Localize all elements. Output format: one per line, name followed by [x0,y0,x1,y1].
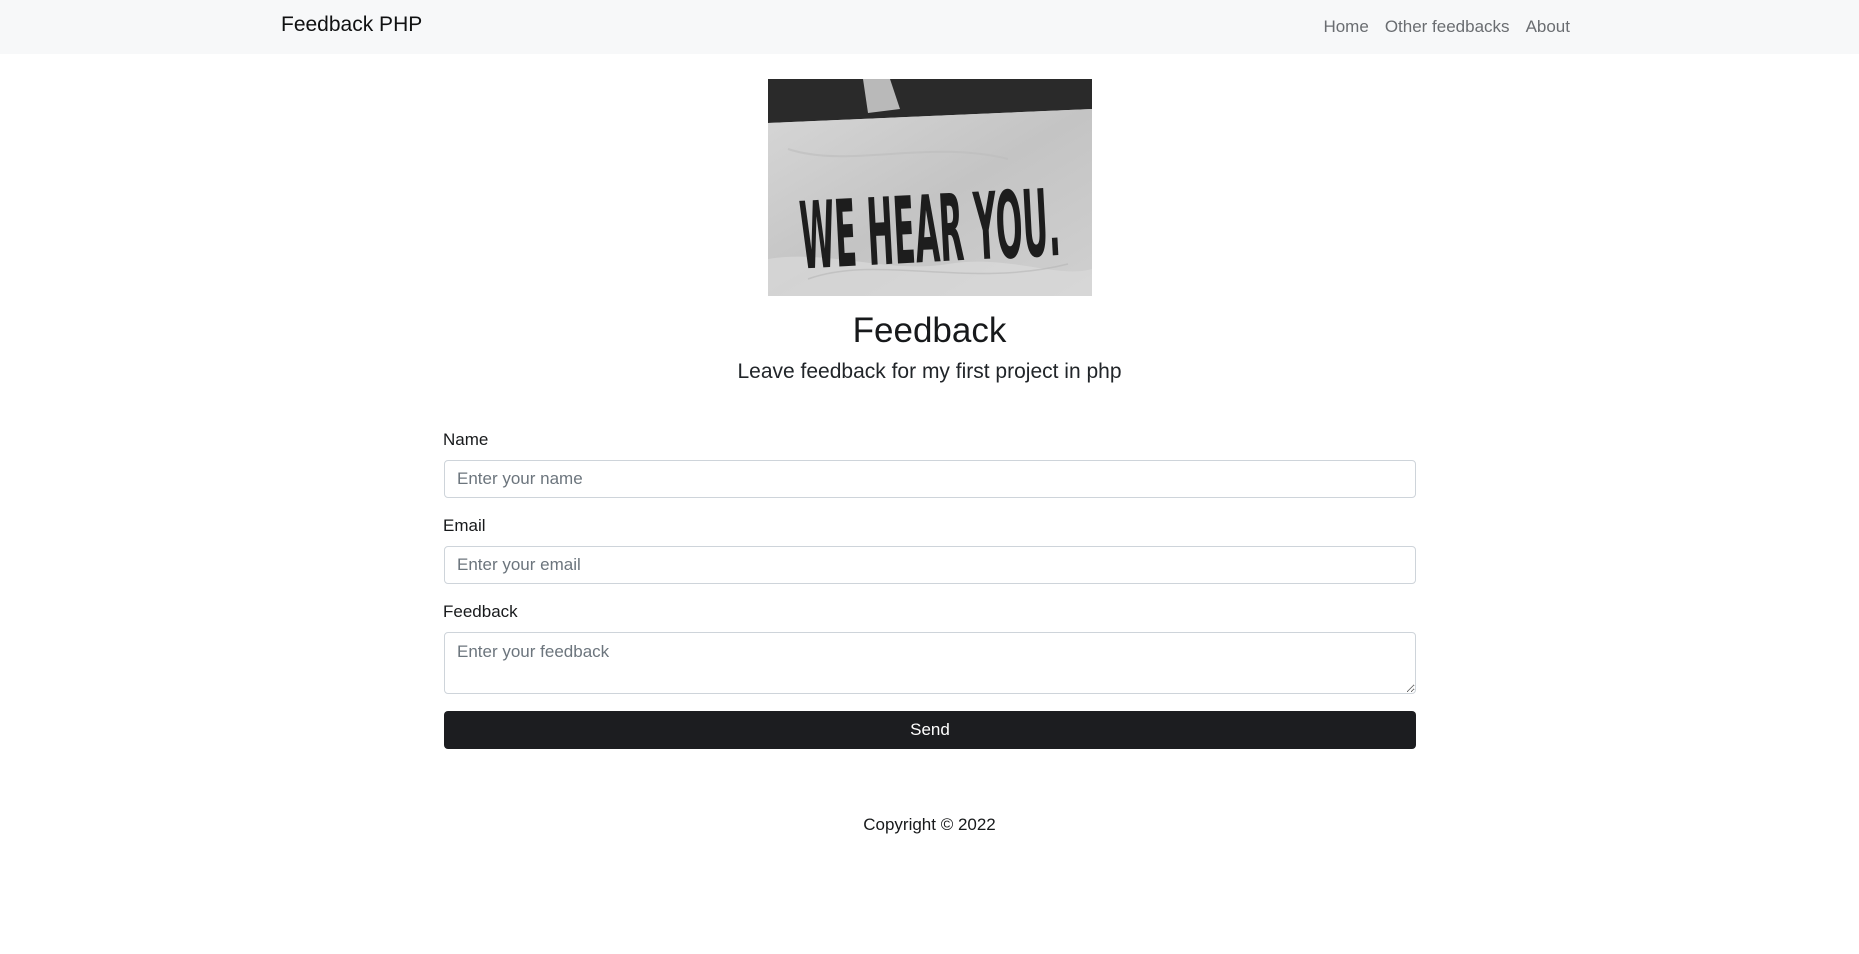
nav-link-home[interactable]: Home [1323,17,1368,37]
navbar: Feedback PHP Home Other feedbacks About [0,0,1859,54]
nav-links: Home Other feedbacks About [1323,17,1570,37]
email-input[interactable] [444,546,1416,584]
nav-link-about[interactable]: About [1526,17,1570,37]
feedback-textarea[interactable] [444,632,1416,694]
name-label: Name [443,430,489,449]
nav-link-other-feedbacks[interactable]: Other feedbacks [1385,17,1510,37]
navbar-brand[interactable]: Feedback PHP [281,13,422,37]
page-title: Feedback [852,311,1007,350]
send-button[interactable]: Send [444,711,1416,749]
sign-text: WE HEAR YOU. [797,169,1062,291]
footer-copyright: Copyright © 2022 [863,815,996,834]
email-label: Email [443,516,486,535]
page-subtitle: Leave feedback for my first project in p… [737,360,1122,383]
we-hear-you-sign-image: WE HEAR YOU. [768,79,1092,296]
name-input[interactable] [444,460,1416,498]
hero-image: WE HEAR YOU. [768,79,1092,296]
feedback-label: Feedback [443,602,518,621]
